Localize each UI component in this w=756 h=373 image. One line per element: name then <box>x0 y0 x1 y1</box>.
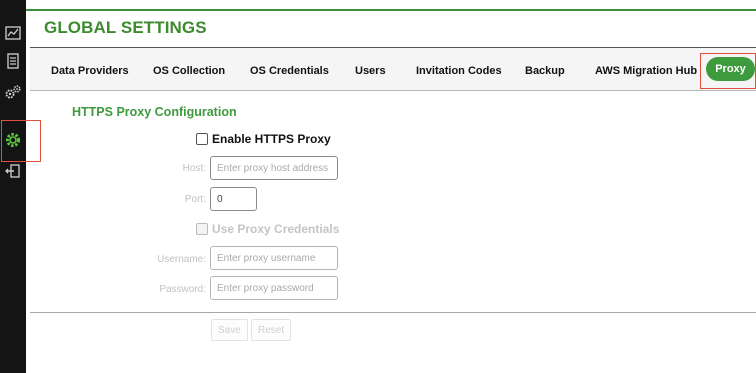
chart-icon[interactable] <box>4 24 22 42</box>
port-label: Port: <box>184 194 206 205</box>
host-label: Host: <box>182 163 206 174</box>
password-label: Password: <box>159 284 206 295</box>
reset-button[interactable]: Reset <box>251 319 292 341</box>
tab-os-collection[interactable]: OS Collection <box>153 65 225 77</box>
use-proxy-credentials-checkbox[interactable] <box>196 223 208 235</box>
port-input[interactable] <box>210 187 257 211</box>
settings-tabbar: Data Providers OS Collection OS Credenti… <box>30 48 756 91</box>
sidebar-rail <box>0 0 26 373</box>
tab-invitation-codes[interactable]: Invitation Codes <box>416 65 502 77</box>
gears-icon[interactable] <box>4 83 22 101</box>
username-input[interactable] <box>210 246 338 270</box>
page-title: GLOBAL SETTINGS <box>44 18 207 37</box>
tab-backup[interactable]: Backup <box>525 65 565 77</box>
document-icon[interactable] <box>4 52 22 70</box>
tab-aws-migration-hub[interactable]: AWS Migration Hub <box>595 65 697 77</box>
section-title: HTTPS Proxy Configuration <box>72 105 237 119</box>
active-nav-highlight <box>1 120 41 162</box>
top-accent-border <box>26 9 756 11</box>
username-label: Username: <box>157 254 206 265</box>
password-input[interactable] <box>210 276 338 300</box>
use-proxy-credentials-label[interactable]: Use Proxy Credentials <box>212 222 339 236</box>
host-input[interactable] <box>210 156 338 180</box>
enable-https-proxy-label[interactable]: Enable HTTPS Proxy <box>212 132 331 146</box>
save-button[interactable]: Save <box>211 319 248 341</box>
tab-data-providers[interactable]: Data Providers <box>51 65 129 77</box>
logout-icon[interactable] <box>4 162 22 180</box>
form-divider <box>30 312 756 313</box>
active-tab-highlight <box>700 53 756 89</box>
enable-https-proxy-checkbox[interactable] <box>196 133 208 145</box>
tab-users[interactable]: Users <box>355 65 386 77</box>
tab-os-credentials[interactable]: OS Credentials <box>250 65 329 77</box>
